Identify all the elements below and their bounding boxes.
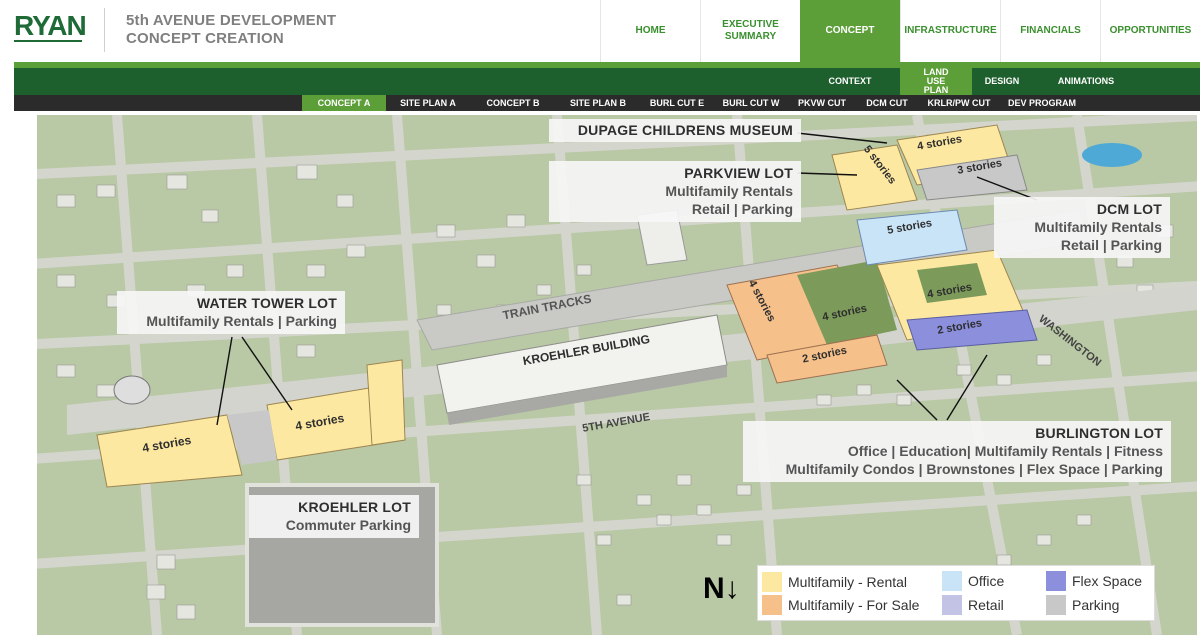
callout-water-tower-lot: WATER TOWER LOT Multifamily Rentals | Pa…: [117, 291, 345, 334]
top-nav: HOME EXECUTIVE SUMMARY CONCEPT INFRASTRU…: [600, 0, 1200, 62]
nav-concept[interactable]: CONCEPT: [800, 0, 900, 62]
callout-line: Office | Education| Multifamily Rentals …: [847, 443, 1163, 459]
concept-tab-dcm-cut[interactable]: DCM CUT: [856, 95, 918, 111]
concept-tab-site-plan-a[interactable]: SITE PLAN A: [386, 95, 470, 111]
callout-line: Multifamily Rentals: [1034, 219, 1162, 235]
callout-line: Multifamily Rentals | Parking: [146, 313, 337, 329]
callout-kroehler-lot: KROEHLER LOT Commuter Parking: [249, 495, 419, 538]
nav-executive-summary[interactable]: EXECUTIVE SUMMARY: [700, 0, 800, 62]
page-title: 5th AVENUE DEVELOPMENT CONCEPT CREATION: [126, 12, 336, 48]
title-line-1: 5th AVENUE DEVELOPMENT: [126, 12, 337, 29]
callout-heading: BURLINGTON LOT: [1035, 425, 1163, 441]
concept-tab-pkvw-cut[interactable]: PKVW CUT: [788, 95, 856, 111]
callout-heading: DCM LOT: [1096, 201, 1162, 217]
legend-label: Retail: [968, 597, 1004, 613]
legend-label: Office: [968, 573, 1005, 589]
legend-label: Parking: [1072, 597, 1120, 613]
logo-underline: [14, 40, 82, 42]
subnav-context[interactable]: CONTEXT: [800, 68, 900, 95]
subnav-land-use-plan[interactable]: LAND USE PLAN: [900, 68, 972, 95]
concept-tab-concept-a[interactable]: CONCEPT A: [302, 95, 386, 111]
callout-line: Commuter Parking: [285, 517, 411, 533]
callout-dupage-childrens-museum: DUPAGE CHILDRENS MUSEUM: [549, 119, 801, 142]
nav-infrastructure[interactable]: INFRASTRUCTURE: [900, 0, 1000, 62]
concept-tab-krlr-pw-cut[interactable]: KRLR/PW CUT: [918, 95, 1000, 111]
sub-nav: CONTEXT LAND USE PLAN DESIGN ANIMATIONS: [800, 68, 1200, 95]
callout-line: Retail | Parking: [691, 201, 793, 217]
legend-swatch: [762, 572, 782, 592]
north-arrow-icon: N↓: [703, 572, 740, 605]
concept-nav: CONCEPT A SITE PLAN A CONCEPT B SITE PLA…: [302, 95, 1084, 111]
concept-tab-site-plan-b[interactable]: SITE PLAN B: [556, 95, 640, 111]
legend-label: Multifamily - Rental: [788, 574, 908, 590]
callout-line: Multifamily Rentals: [665, 183, 793, 199]
legend-item: Multifamily - For Sale: [762, 595, 919, 615]
legend-item: Parking: [1046, 595, 1119, 615]
callout-parkview-lot: PARKVIEW LOT Multifamily Rentals Retail …: [549, 161, 801, 222]
map-legend: Multifamily - Rental Multifamily - For S…: [757, 565, 1155, 621]
legend-swatch: [762, 595, 782, 615]
subnav-animations[interactable]: ANIMATIONS: [1032, 68, 1140, 95]
callout-heading: DUPAGE CHILDRENS MUSEUM: [577, 122, 793, 138]
legend-item: Office: [942, 571, 1004, 591]
concept-tab-concept-b[interactable]: CONCEPT B: [470, 95, 556, 111]
callout-heading: WATER TOWER LOT: [196, 295, 337, 311]
legend-swatch: [942, 595, 962, 615]
callout-dcm-lot: DCM LOT Multifamily Rentals Retail | Par…: [994, 197, 1170, 258]
legend-label: Flex Space: [1072, 573, 1143, 589]
legend-swatch: [942, 571, 962, 591]
site-plan-map[interactable]: 5 stories 4 stories 3 stories 5 stories …: [37, 115, 1197, 635]
legend-label: Multifamily - For Sale: [788, 597, 920, 613]
concept-tab-burl-cut-w[interactable]: BURL CUT W: [714, 95, 788, 111]
legend-item: Retail: [942, 595, 1004, 615]
callout-line: Multifamily Condos | Brownstones | Flex …: [785, 461, 1163, 477]
legend-item: Multifamily - Rental: [762, 572, 907, 592]
legend-item: Flex Space: [1046, 571, 1142, 591]
callout-line: Retail | Parking: [1060, 237, 1162, 253]
legend-swatch: [1046, 571, 1066, 591]
callout-heading: KROEHLER LOT: [298, 499, 411, 515]
nav-home[interactable]: HOME: [600, 0, 700, 62]
nav-opportunities[interactable]: OPPORTUNITIES: [1100, 0, 1200, 62]
concept-tab-dev-program[interactable]: DEV PROGRAM: [1000, 95, 1084, 111]
header-divider: [104, 8, 105, 52]
ryan-logo[interactable]: RYAN: [14, 12, 87, 40]
title-line-2: CONCEPT CREATION: [126, 30, 284, 47]
subnav-design[interactable]: DESIGN: [972, 68, 1032, 95]
concept-tab-burl-cut-e[interactable]: BURL CUT E: [640, 95, 714, 111]
callout-burlington-lot: BURLINGTON LOT Office | Education| Multi…: [743, 421, 1171, 482]
app-window: RYAN 5th AVENUE DEVELOPMENT CONCEPT CREA…: [0, 0, 1200, 639]
legend-swatch: [1046, 595, 1066, 615]
nav-financials[interactable]: FINANCIALS: [1000, 0, 1100, 62]
callout-heading: PARKVIEW LOT: [684, 165, 793, 181]
